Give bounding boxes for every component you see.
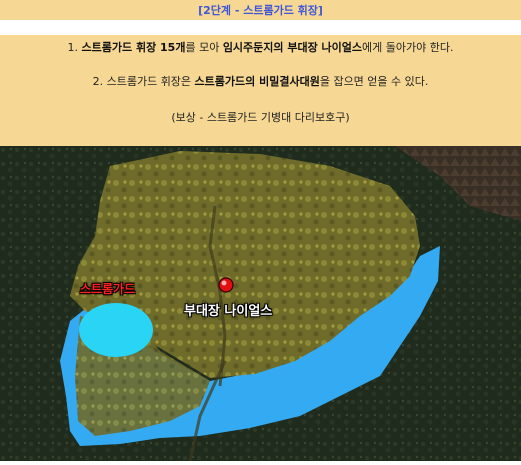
step-target: 스트롬가드의 비밀결사대원 [194, 75, 320, 88]
step-text: 을 잡으면 얻을 수 있다. [319, 75, 429, 88]
step-item: 스트롬가드 휘장 15개 [81, 41, 186, 54]
quest-header: [2단계 - 스트롬가드 휘장] [0, 0, 521, 20]
npc-label: 부대장 나이얼스 [184, 304, 273, 319]
step-npc: 임시주둔지의 부대장 나이얼스 [222, 41, 363, 54]
step-text: 스트롬가드 휘장은 [106, 75, 195, 88]
quest-description: 1. 스트롬가드 휘장 15개를 모아 임시주둔지의 부대장 나이얼스에게 돌아… [0, 35, 521, 146]
marker-highlight [221, 280, 227, 286]
quest-area-label: 스트롬가드 [80, 282, 136, 296]
step-text: 를 모아 [185, 41, 223, 54]
quest-map: 스트롬가드 부대장 나이얼스 [0, 146, 521, 462]
quest-area-marker [79, 303, 153, 357]
step-text: 에게 돌아가야 한다. [362, 41, 454, 54]
npc-marker [218, 277, 234, 293]
quest-step-1: 1. 스트롬가드 휘장 15개를 모아 임시주둔지의 부대장 나이얼스에게 돌아… [0, 39, 521, 55]
quest-step-2: 2. 스트롬가드 휘장은 스트롬가드의 비밀결사대원을 잡으면 얻을 수 있다. [0, 73, 521, 89]
spacer [0, 20, 521, 35]
step-number: 1. [67, 41, 79, 54]
quest-reward: (보상 - 스트롬가드 기병대 다리보호구) [171, 111, 350, 124]
quest-stage-title: [2단계 - 스트롬가드 휘장] [198, 4, 323, 17]
step-number: 2. [92, 75, 104, 88]
